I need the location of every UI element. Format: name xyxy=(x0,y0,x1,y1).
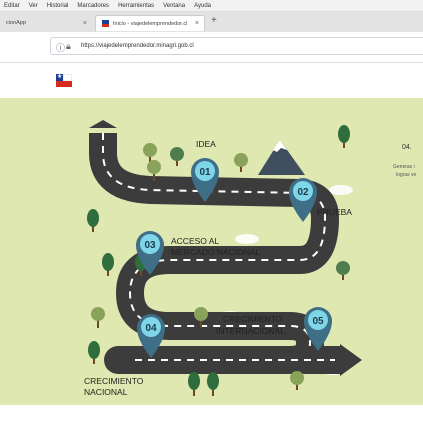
navigation-bar: https://viajedelemprendedor.minagri.gob.… xyxy=(0,32,423,63)
close-tab-icon[interactable]: × xyxy=(83,20,87,27)
new-tab-icon[interactable]: + xyxy=(211,15,217,26)
step-label-internacional-line1: CRECIMIENTO xyxy=(223,314,283,324)
step-number-03: 03 xyxy=(144,240,156,251)
browser-menu-bar: Editar Ver Historial Marcadores Herramie… xyxy=(0,0,423,12)
close-tab-icon[interactable]: × xyxy=(195,20,199,27)
tree-icon xyxy=(170,147,184,166)
chile-flag-logo[interactable]: ★ xyxy=(56,74,72,87)
step-label-acceso-line2: MERCADO NACIONAL xyxy=(171,247,261,257)
menu-edit[interactable]: Editar xyxy=(4,3,20,9)
step-number-02: 02 xyxy=(297,187,309,198)
tree-icon xyxy=(102,253,114,276)
mountain-icon xyxy=(258,140,305,175)
tree-icon xyxy=(91,307,105,328)
side-panel-number: 04. xyxy=(402,144,412,151)
tree-icon xyxy=(290,371,304,390)
menu-help[interactable]: Ayuda xyxy=(194,3,211,9)
tree-icon xyxy=(87,209,99,232)
tree-icon xyxy=(88,341,100,364)
tree-icon xyxy=(338,125,350,148)
site-favicon-icon xyxy=(102,20,109,27)
side-panel-text-line1: Generas i xyxy=(393,164,415,170)
step-number-05: 05 xyxy=(312,316,324,327)
menu-view[interactable]: Ver xyxy=(29,3,38,9)
step-label-idea: IDEA xyxy=(196,139,216,149)
menu-bookmarks[interactable]: Marcadores xyxy=(77,3,109,9)
tab-previous-label: cionApp xyxy=(6,20,26,26)
menu-tools[interactable]: Herramientas xyxy=(118,3,154,9)
step-label-prueba: PRUEBA xyxy=(317,207,352,217)
tree-icon xyxy=(336,261,350,280)
cloud xyxy=(329,185,353,195)
cloud xyxy=(235,234,259,244)
step-label-nacional-line2: NACIONAL xyxy=(84,387,128,397)
step-number-04: 04 xyxy=(145,323,157,334)
step-label-acceso-line1: ACCESO AL xyxy=(171,236,219,246)
tab-bar: cionApp × Inicio - viajedelemprendedor.c… xyxy=(0,12,423,33)
menu-window[interactable]: Ventana xyxy=(163,3,185,9)
info-icon[interactable]: ⓘ xyxy=(56,41,65,54)
url-text: https://viajedelemprendedor.minagri.gob.… xyxy=(81,43,194,49)
roadmap-illustration: 01 02 03 04 05 IDEA PRUEBA ACCESO AL MER… xyxy=(0,98,423,405)
lock-icon: 🔒︎ xyxy=(66,41,71,51)
tab-current-label: Inicio - viajedelemprendedor.cl xyxy=(113,20,188,27)
tree-icon xyxy=(234,153,248,172)
page-footer xyxy=(0,405,423,427)
site-header: ★ xyxy=(0,63,423,98)
step-label-nacional-line1: CRECIMIENTO xyxy=(84,376,144,386)
step-label-internacional-line2: INTERNACIONAL xyxy=(216,326,285,336)
address-bar[interactable]: https://viajedelemprendedor.minagri.gob.… xyxy=(50,37,423,55)
tree-icon xyxy=(207,372,219,396)
menu-history[interactable]: Historial xyxy=(47,3,69,9)
tab-previous[interactable]: cionApp × xyxy=(0,15,92,31)
tree-icon xyxy=(188,372,200,396)
tab-current[interactable]: Inicio - viajedelemprendedor.cl × xyxy=(95,15,205,31)
side-panel-text-line2: logras ve xyxy=(396,172,417,178)
step-number-01: 01 xyxy=(199,167,211,178)
